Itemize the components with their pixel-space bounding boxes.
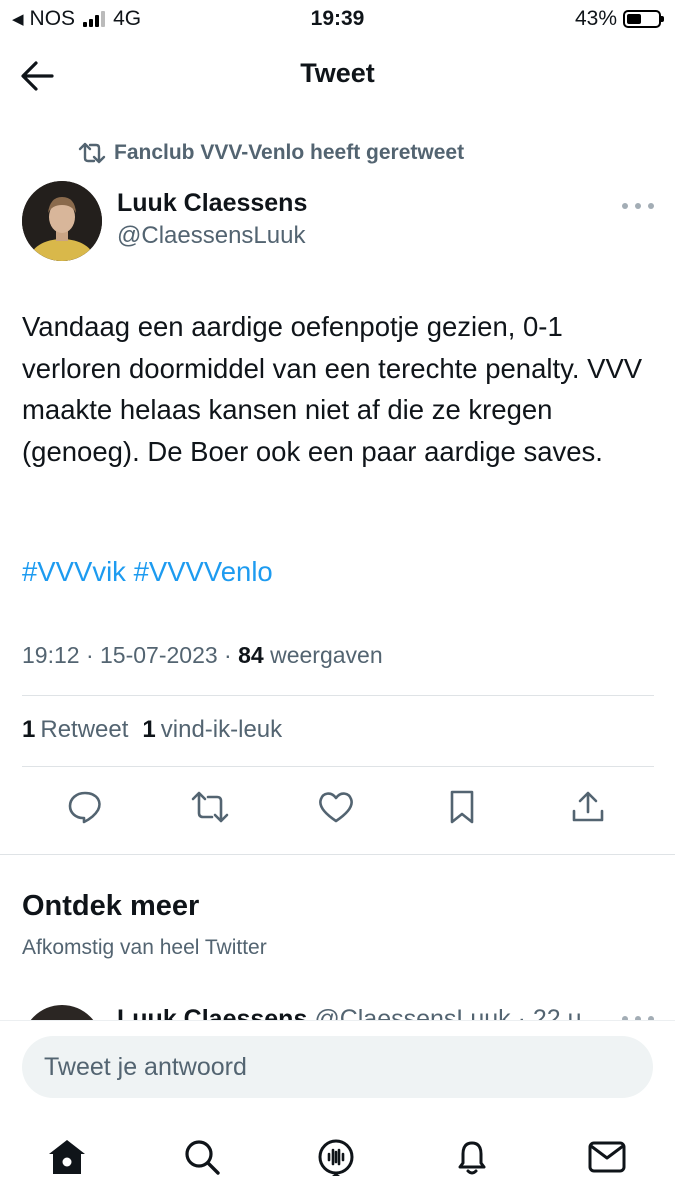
hashtag-link[interactable]: #VVVVenlo: [134, 556, 273, 587]
share-button[interactable]: [566, 785, 610, 829]
bookmark-icon: [450, 790, 474, 824]
like-button[interactable]: [314, 785, 358, 829]
retweet-button[interactable]: [188, 785, 232, 829]
page-title: Tweet: [300, 58, 375, 88]
likes-count: 1: [142, 716, 156, 743]
battery-percent: 43%: [574, 7, 617, 30]
peek-author-handle: @ClaessensLuuk · 22 u: [314, 1005, 582, 1020]
divider: [22, 766, 654, 767]
status-time: 19:39: [310, 7, 365, 30]
like-icon: [319, 792, 353, 823]
bookmark-button[interactable]: [440, 785, 484, 829]
nav-home[interactable]: [43, 1133, 91, 1181]
likes-stat[interactable]: 1 vind-ik-leuk: [142, 716, 282, 744]
battery-icon: [623, 10, 664, 28]
section-divider: [0, 854, 675, 855]
retweets-label: Retweet: [40, 716, 129, 743]
nav-messages[interactable]: [583, 1133, 631, 1181]
more-options-button[interactable]: [622, 196, 654, 216]
peek-avatar: [22, 1005, 102, 1020]
retweet-context[interactable]: Fanclub VVV-Venlo heeft geretweet: [78, 139, 464, 167]
views-count: 84: [238, 642, 264, 668]
nav-notifications[interactable]: [448, 1133, 496, 1181]
reply-input[interactable]: [22, 1036, 653, 1098]
status-right: 43%: [574, 7, 664, 31]
avatar-image: [22, 181, 102, 261]
retweets-count: 1: [22, 716, 36, 743]
likes-label: vind-ik-leuk: [160, 716, 283, 743]
share-icon: [572, 791, 604, 822]
nav-search[interactable]: [178, 1133, 226, 1181]
nav-spaces[interactable]: [312, 1133, 360, 1181]
tweet-hashtags: #VVVvik #VVVVenlo: [22, 556, 273, 588]
reply-button[interactable]: [63, 785, 107, 829]
tweet-date[interactable]: 15-07-2023: [100, 642, 218, 668]
reply-icon: [68, 791, 101, 824]
peek-header: Luuk Claessens @ClaessensLuuk · 22 u: [117, 1005, 582, 1020]
retweet-context-label: Fanclub VVV-Venlo heeft geretweet: [114, 141, 465, 164]
discover-subtitle: Afkomstig van heel Twitter: [22, 936, 267, 959]
tweet-stats: 1 Retweet 1 vind-ik-leuk: [22, 716, 282, 744]
peek-author-name: Luuk Claessens: [117, 1005, 308, 1020]
avatar[interactable]: [22, 181, 102, 261]
spaces-icon: [318, 1139, 354, 1176]
search-icon: [185, 1140, 220, 1175]
tweet-meta: 19:12 · 15-07-2023 · 84 weergaven: [22, 642, 383, 668]
home-icon: [49, 1140, 85, 1174]
more-icon: [622, 203, 654, 209]
notifications-icon: [458, 1141, 486, 1175]
author-handle[interactable]: @ClaessensLuuk: [117, 222, 305, 250]
hashtag-link[interactable]: #VVVvik: [22, 556, 126, 587]
discover-title: Ontdek meer: [22, 890, 200, 922]
peek-tweet[interactable]: Luuk Claessens @ClaessensLuuk · 22 u: [0, 1000, 675, 1020]
messages-icon: [588, 1141, 626, 1173]
tweet-time[interactable]: 19:12: [22, 642, 80, 668]
tweet-text: Vandaag een aardige oefenpotje gezien, 0…: [22, 311, 643, 467]
author-name[interactable]: Luuk Claessens: [117, 189, 307, 218]
views-label: weergaven: [270, 642, 383, 668]
retweets-stat[interactable]: 1 Retweet: [22, 716, 128, 744]
divider: [22, 695, 654, 696]
retweet-icon: [191, 791, 229, 823]
status-bar: ◀ NOS 4G 19:39 43%: [0, 0, 675, 38]
retweet-icon: [78, 142, 106, 164]
